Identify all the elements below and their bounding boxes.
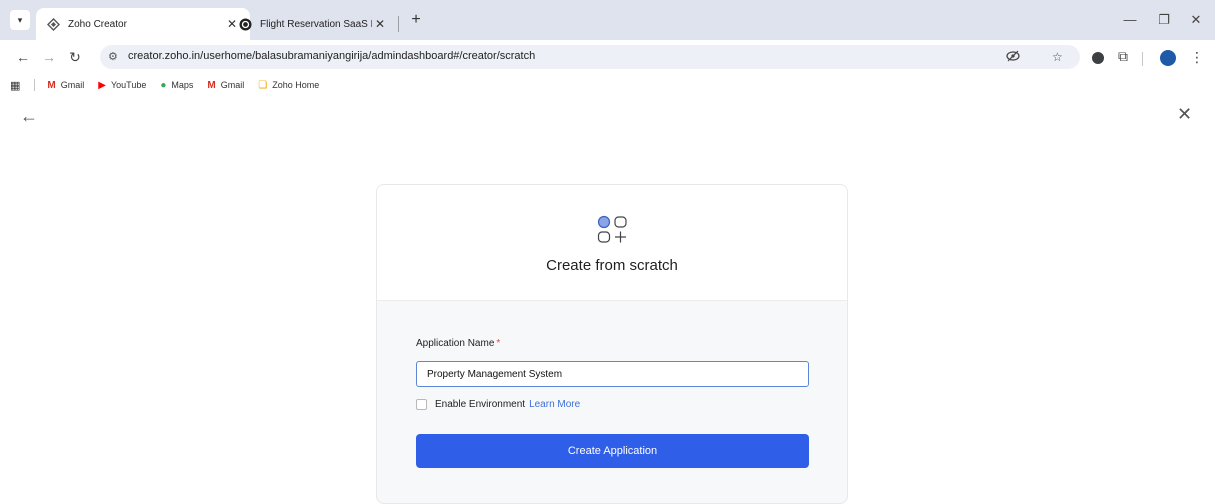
enable-environment-checkbox[interactable] bbox=[416, 399, 427, 410]
restore-icon[interactable]: ❐ bbox=[1154, 12, 1174, 28]
bookmark-label: Maps bbox=[171, 80, 194, 90]
create-scratch-card: Create from scratch Application Name* En… bbox=[376, 184, 848, 504]
more-menu-icon[interactable]: ⋮ bbox=[1188, 48, 1206, 66]
bookmark-gmail[interactable]: M Gmail bbox=[47, 80, 84, 91]
tab-search-button[interactable]: ▾ bbox=[10, 10, 30, 30]
tab-title: Flight Reservation SaaS Forms bbox=[260, 18, 372, 30]
eye-off-icon[interactable] bbox=[1006, 50, 1020, 65]
window-close-icon[interactable]: ✕ bbox=[1186, 12, 1206, 28]
bookmark-label: YouTube bbox=[110, 80, 147, 90]
bookmark-divider bbox=[34, 79, 36, 91]
bookmark-zoho-home[interactable]: ❏ Zoho Home bbox=[258, 80, 319, 91]
tab-title: Zoho Creator bbox=[68, 18, 127, 30]
tab-flight-reservation[interactable]: Flight Reservation SaaS Forms ✕ bbox=[228, 8, 398, 40]
maps-icon: ● bbox=[160, 79, 167, 91]
minimize-icon[interactable]: — bbox=[1120, 12, 1140, 27]
tab-close-icon[interactable]: ✕ bbox=[372, 17, 388, 31]
tab-strip: ▾ Zoho Creator ✕ Flight Reservation SaaS… bbox=[0, 0, 1215, 40]
bookmark-label: Gmail bbox=[60, 80, 85, 90]
url-text[interactable]: creator.zoho.in/userhome/balasubramaniya… bbox=[128, 50, 535, 62]
scratch-app-icon bbox=[597, 215, 627, 243]
bookmark-label: Zoho Home bbox=[272, 80, 320, 90]
back-icon[interactable]: ← bbox=[14, 48, 32, 66]
site-settings-icon[interactable]: ⚙ bbox=[108, 50, 118, 63]
card-header: Create from scratch bbox=[377, 185, 847, 301]
bookmark-gmail-2[interactable]: M Gmail bbox=[207, 80, 244, 91]
gmail-icon: M bbox=[47, 79, 56, 91]
application-name-label: Application Name * bbox=[416, 338, 500, 349]
enable-environment-label: Enable Environment bbox=[435, 399, 526, 410]
bookmark-label: Gmail bbox=[220, 80, 245, 90]
forward-icon[interactable]: → bbox=[40, 48, 58, 66]
reload-icon[interactable]: ↻ bbox=[66, 48, 84, 66]
label-text: Application Name bbox=[416, 338, 495, 349]
required-marker: * bbox=[496, 338, 501, 349]
page-close-icon[interactable]: ✕ bbox=[1177, 104, 1192, 125]
tab-zoho-creator[interactable]: Zoho Creator ✕ bbox=[36, 8, 250, 40]
bookmarks-bar: ▦ M Gmail ▶ YouTube ● Maps M Gmail ❏ Zoh… bbox=[0, 74, 1215, 96]
toolbar-divider bbox=[1142, 52, 1143, 66]
page-title: Create from scratch bbox=[546, 257, 678, 274]
zoho-creator-favicon bbox=[46, 17, 60, 31]
profile-avatar[interactable] bbox=[1160, 50, 1176, 66]
browser-toolbar: ← → ↻ ⚙ creator.zoho.in/userhome/balasub… bbox=[0, 40, 1215, 74]
application-name-input[interactable] bbox=[416, 361, 809, 387]
enable-environment-row: Enable Environment Learn More bbox=[416, 399, 580, 410]
youtube-icon: ▶ bbox=[98, 79, 106, 91]
gmail-icon: M bbox=[207, 79, 216, 91]
page-back-icon[interactable]: ← bbox=[20, 106, 38, 127]
bookmark-youtube[interactable]: ▶ YouTube bbox=[98, 80, 146, 91]
bookmark-maps[interactable]: ● Maps bbox=[160, 80, 193, 91]
learn-more-link[interactable]: Learn More bbox=[529, 399, 580, 410]
new-tab-icon[interactable]: + bbox=[406, 12, 426, 28]
bookmark-star-icon[interactable]: ☆ bbox=[1052, 50, 1063, 64]
zoho-icon: ❏ bbox=[258, 79, 268, 91]
extensions-puzzle-icon[interactable]: ⧉ bbox=[1114, 47, 1132, 65]
create-application-button[interactable]: Create Application bbox=[416, 434, 809, 468]
zoho-forms-favicon bbox=[238, 17, 252, 31]
address-bar[interactable]: ⚙ creator.zoho.in/userhome/balasubramani… bbox=[100, 45, 1080, 69]
tab-divider bbox=[398, 16, 399, 32]
extension-icon[interactable] bbox=[1092, 52, 1104, 64]
apps-grid-icon[interactable]: ▦ bbox=[10, 79, 20, 92]
